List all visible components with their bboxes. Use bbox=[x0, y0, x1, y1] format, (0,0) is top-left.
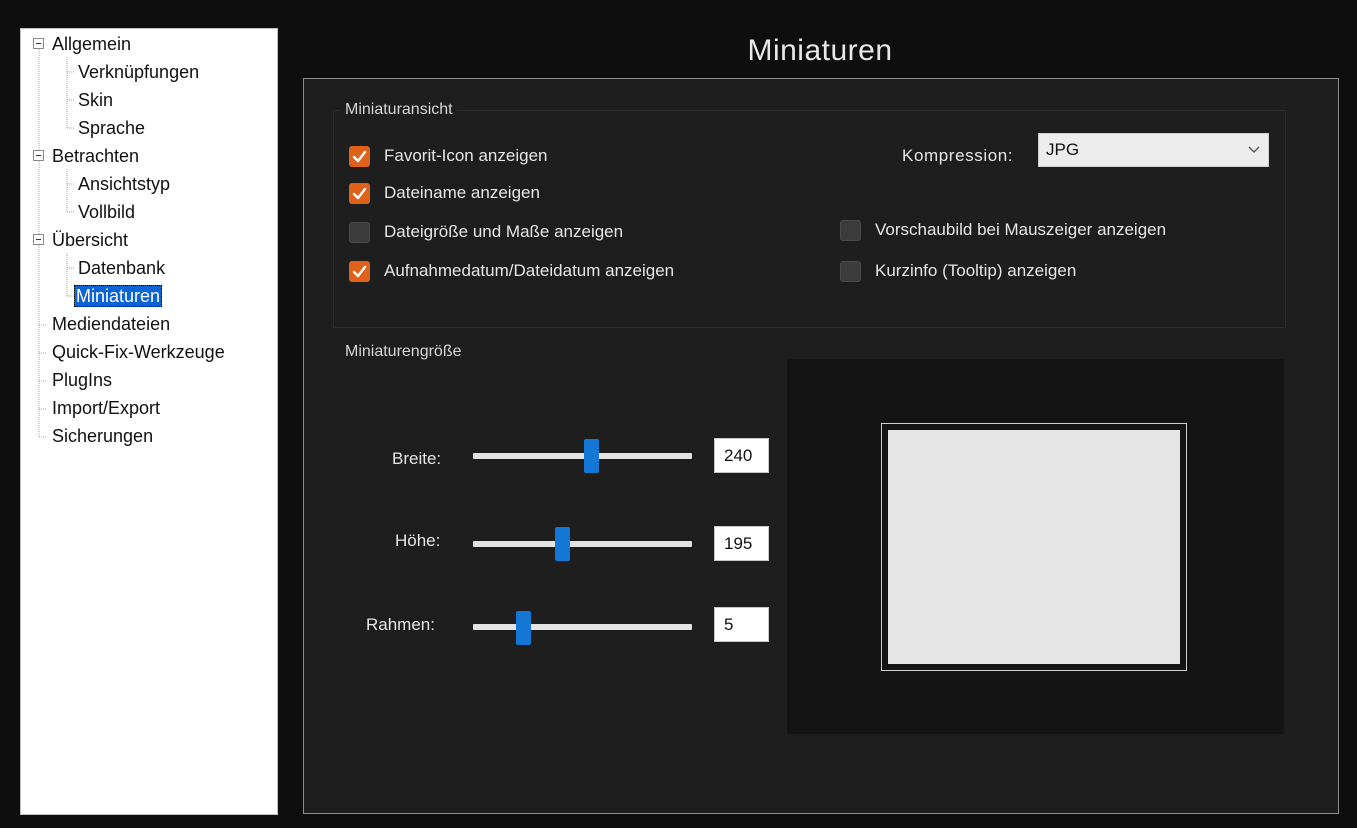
dateiname-label: Dateiname anzeigen bbox=[384, 183, 540, 202]
kompression-label: Kompression: bbox=[902, 146, 1014, 165]
tree-item-sicherungen[interactable]: Sicherungen bbox=[50, 422, 155, 450]
dateigroesse-option[interactable]: Dateigröße und Maße anzeigen bbox=[349, 219, 623, 245]
hoehe-slider-thumb[interactable] bbox=[555, 527, 571, 561]
tree-item-label: Betrachten bbox=[52, 146, 140, 166]
page-title: Miniaturen bbox=[747, 34, 893, 67]
tree-item-vollbild[interactable]: Vollbild bbox=[76, 198, 137, 226]
hoehe-input[interactable]: 195 bbox=[714, 526, 769, 561]
checkbox-checked-icon[interactable] bbox=[349, 182, 370, 204]
hoehe-slider-track[interactable] bbox=[473, 541, 692, 547]
tree-item-label: Vollbild bbox=[78, 202, 136, 222]
tree-item-datenbank[interactable]: Datenbank bbox=[76, 254, 167, 282]
tree-item-uebersicht[interactable]: Übersicht bbox=[50, 226, 130, 254]
kompression-value: JPG bbox=[1046, 140, 1080, 159]
hoehe-label: Höhe: bbox=[395, 531, 441, 550]
tree-item-label: Mediendateien bbox=[52, 314, 171, 334]
tree-item-label: Sprache bbox=[78, 118, 146, 138]
checkbox-checked-icon[interactable] bbox=[349, 145, 370, 167]
tree-item-betrachten[interactable]: Betrachten bbox=[50, 142, 141, 170]
checkbox-checked-icon[interactable] bbox=[349, 260, 370, 282]
view-options-group-title: Miniaturansicht bbox=[341, 101, 457, 119]
checkbox-unchecked-icon[interactable] bbox=[840, 219, 861, 241]
aufnahmedatum-option[interactable]: Aufnahmedatum/Dateidatum anzeigen bbox=[349, 258, 674, 284]
rahmen-slider-track[interactable] bbox=[473, 624, 692, 630]
breite-slider-track[interactable] bbox=[473, 453, 692, 459]
collapse-betrachten-icon[interactable] bbox=[33, 150, 44, 161]
dateiname-option[interactable]: Dateiname anzeigen bbox=[349, 180, 540, 206]
tree-item-skin[interactable]: Skin bbox=[76, 86, 115, 114]
checkbox-unchecked-icon[interactable] bbox=[349, 221, 370, 243]
kurzinfo-option[interactable]: Kurzinfo (Tooltip) anzeigen bbox=[840, 258, 1076, 284]
size-group-title: Miniaturengröße bbox=[341, 343, 466, 361]
tree-item-ansichtstyp[interactable]: Ansichtstyp bbox=[76, 170, 172, 198]
tree-item-verknuepfungen[interactable]: Verknüpfungen bbox=[76, 58, 201, 86]
tree-item-label: Allgemein bbox=[52, 34, 132, 54]
tree-item-label: Datenbank bbox=[78, 258, 166, 278]
tree-item-label: Quick-Fix-Werkzeuge bbox=[52, 342, 225, 362]
tree-item-miniaturen[interactable]: Miniaturen bbox=[74, 282, 163, 310]
tree-item-label-selected: Miniaturen bbox=[74, 285, 163, 307]
tree-item-plugins[interactable]: PlugIns bbox=[50, 366, 114, 394]
tree-item-mediendateien[interactable]: Mediendateien bbox=[50, 310, 172, 338]
favorit-icon-label: Favorit-Icon anzeigen bbox=[384, 146, 548, 165]
kurzinfo-label: Kurzinfo (Tooltip) anzeigen bbox=[875, 261, 1077, 280]
breite-label: Breite: bbox=[392, 449, 442, 468]
tree-item-label: Verknüpfungen bbox=[78, 62, 200, 82]
tree-item-sprache[interactable]: Sprache bbox=[76, 114, 147, 142]
tree-item-label: Import/Export bbox=[52, 398, 161, 418]
tree-item-label: Sicherungen bbox=[52, 426, 154, 446]
tree-item-quick-fix-werkzeuge[interactable]: Quick-Fix-Werkzeuge bbox=[50, 338, 227, 366]
breite-slider-thumb[interactable] bbox=[583, 439, 599, 473]
breite-input[interactable]: 240 bbox=[714, 438, 769, 473]
checkbox-unchecked-icon[interactable] bbox=[840, 260, 861, 282]
tree-item-label: Ansichtstyp bbox=[78, 174, 171, 194]
thumbnail-preview-image bbox=[888, 430, 1180, 664]
rahmen-slider-thumb[interactable] bbox=[515, 611, 531, 645]
tree-item-label: Skin bbox=[78, 90, 114, 110]
rahmen-input[interactable]: 5 bbox=[714, 607, 769, 642]
tree-item-label: Übersicht bbox=[52, 230, 129, 250]
vorschaubild-option[interactable]: Vorschaubild bei Mauszeiger anzeigen bbox=[840, 217, 1166, 243]
tree-item-label: PlugIns bbox=[52, 370, 113, 390]
tree-item-import-export[interactable]: Import/Export bbox=[50, 394, 162, 422]
tree-item-allgemein[interactable]: Allgemein bbox=[50, 30, 133, 58]
rahmen-label: Rahmen: bbox=[366, 615, 435, 634]
chevron-down-icon[interactable] bbox=[1240, 146, 1268, 154]
dateigroesse-label: Dateigröße und Maße anzeigen bbox=[384, 222, 624, 241]
collapse-allgemein-icon[interactable] bbox=[33, 38, 44, 49]
vorschaubild-label: Vorschaubild bei Mauszeiger anzeigen bbox=[875, 220, 1167, 239]
aufnahmedatum-label: Aufnahmedatum/Dateidatum anzeigen bbox=[384, 261, 675, 280]
settings-tree[interactable]: Allgemein Verknüpfungen Skin Sprache Bet… bbox=[20, 28, 278, 815]
collapse-uebersicht-icon[interactable] bbox=[33, 234, 44, 245]
favorit-icon-option[interactable]: Favorit-Icon anzeigen bbox=[349, 143, 547, 169]
kompression-select[interactable]: JPG bbox=[1038, 133, 1269, 167]
